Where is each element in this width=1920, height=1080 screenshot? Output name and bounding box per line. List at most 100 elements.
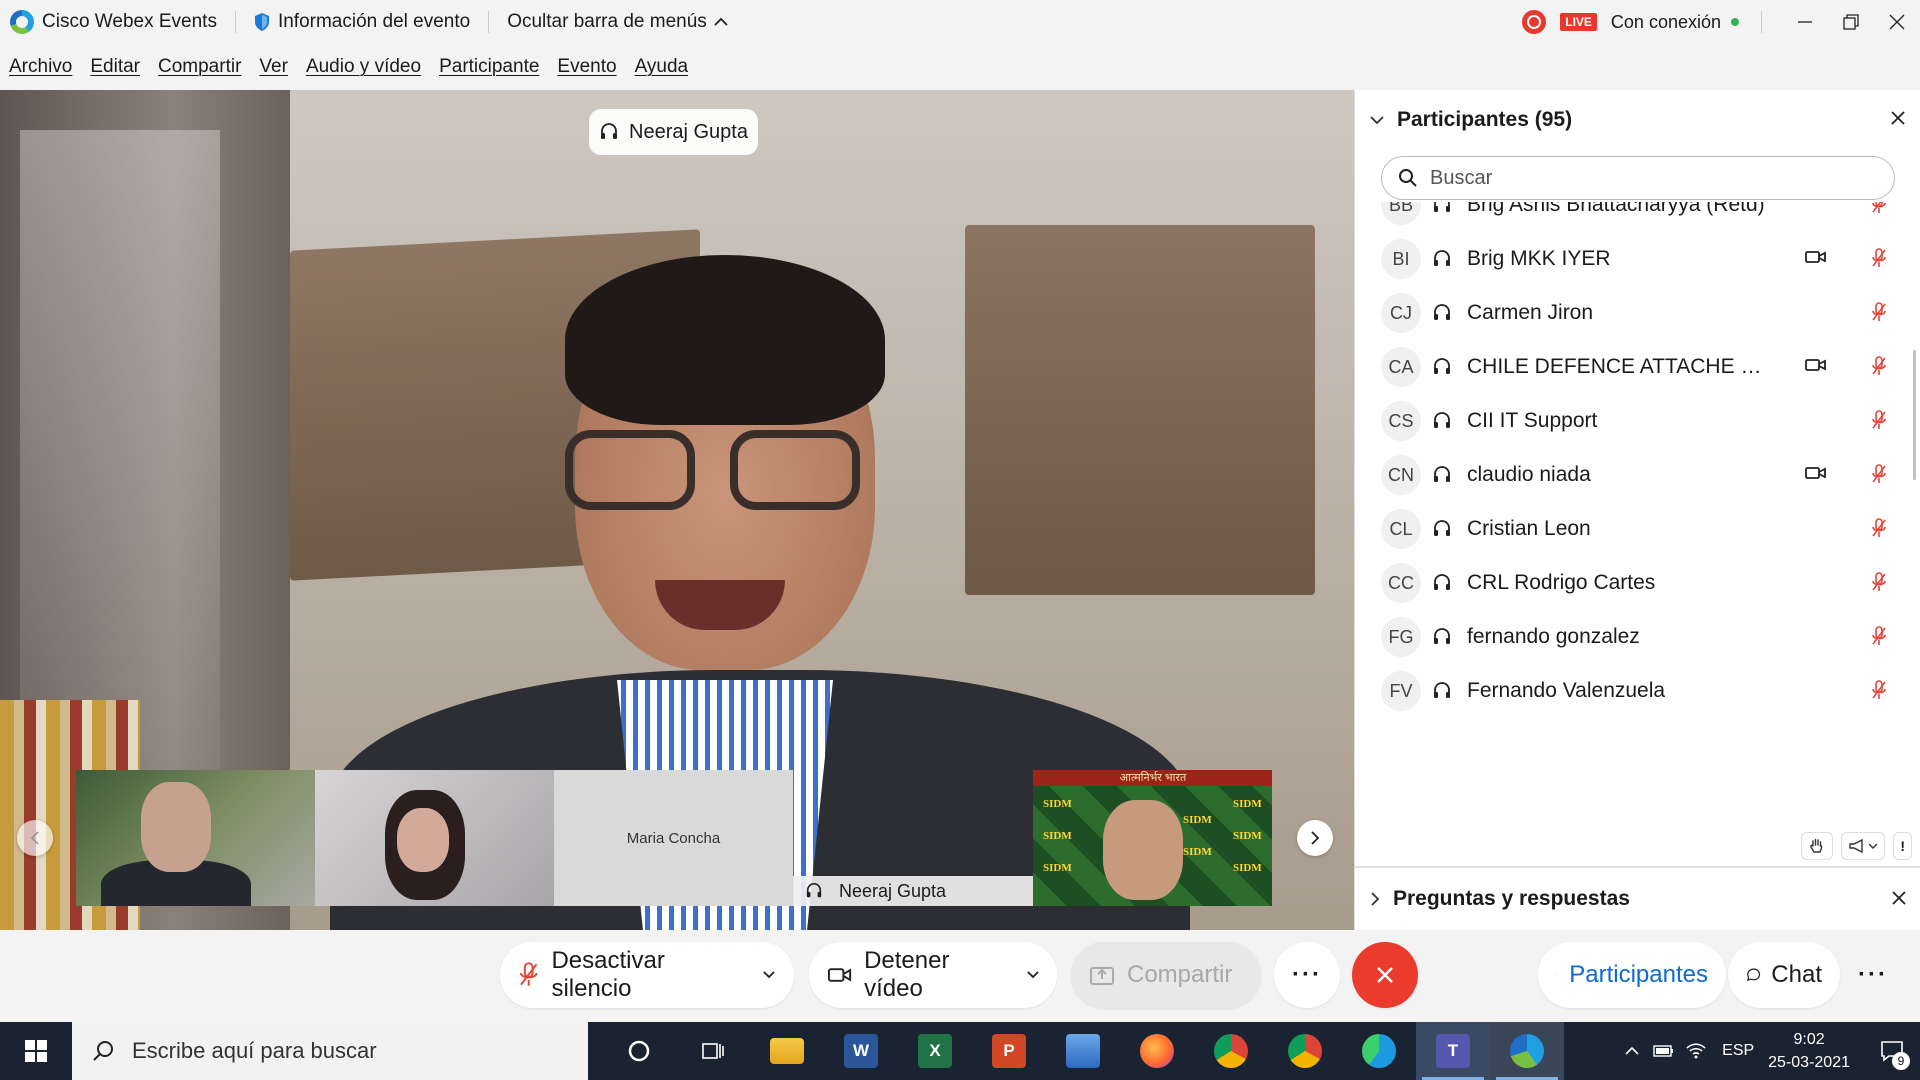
- participant-row[interactable]: CA CHILE DEFENCE ATTACHE DA...: [1381, 340, 1901, 394]
- menu-evento[interactable]: Evento: [557, 56, 616, 78]
- menu-compartir[interactable]: Compartir: [158, 56, 241, 78]
- sidm-logo: SIDM: [1043, 862, 1072, 874]
- menu-ver[interactable]: Ver: [259, 56, 288, 78]
- announce-button[interactable]: [1841, 832, 1886, 860]
- close-icon[interactable]: [1890, 110, 1906, 126]
- thumbnail-video[interactable]: Neeraj Gupta: [793, 770, 1033, 906]
- chrome-profile-button[interactable]: [1194, 1022, 1268, 1080]
- chat-button[interactable]: Chat: [1728, 942, 1840, 1008]
- mic-muted-icon[interactable]: [1871, 679, 1887, 701]
- stop-video-button[interactable]: Detener vídeo: [809, 942, 1057, 1008]
- webex-button[interactable]: [1490, 1022, 1564, 1080]
- menu-ayuda[interactable]: Ayuda: [635, 56, 689, 78]
- word-button[interactable]: W: [824, 1022, 898, 1080]
- excel-button[interactable]: X: [898, 1022, 972, 1080]
- firefox-button[interactable]: [1120, 1022, 1194, 1080]
- participant-row[interactable]: CN claudio niada: [1381, 448, 1901, 502]
- mic-muted-icon[interactable]: [1871, 409, 1887, 431]
- chevron-down-icon[interactable]: [762, 970, 776, 980]
- teams-button[interactable]: T: [1416, 1022, 1490, 1080]
- headset-icon: [1434, 412, 1450, 428]
- show-hidden-icons-button[interactable]: [1616, 1046, 1648, 1056]
- participant-row[interactable]: FG fernando gonzalez: [1381, 610, 1901, 664]
- leave-meeting-button[interactable]: [1352, 942, 1418, 1008]
- participant-row[interactable]: BI Brig MKK IYER: [1381, 232, 1901, 286]
- close-window-button[interactable]: [1874, 0, 1920, 44]
- participant-row[interactable]: BB Brig Ashis Bhattacharyya (Retd): [1381, 202, 1901, 232]
- participant-row[interactable]: CC CRL Rodrigo Cartes: [1381, 556, 1901, 610]
- megaphone-icon: [1849, 838, 1864, 854]
- minimize-button[interactable]: [1782, 0, 1828, 44]
- recording-icon[interactable]: [1522, 10, 1547, 34]
- thumbnail-video[interactable]: आत्मनिर्भर भारत SIDM SIDM SIDM SIDM SIDM…: [1033, 770, 1272, 906]
- hide-menu-bar-button[interactable]: Ocultar barra de menús: [507, 11, 729, 33]
- participant-row[interactable]: FV Fernando Valenzuela: [1381, 664, 1901, 718]
- more-options-button[interactable]: ···: [1274, 942, 1340, 1008]
- participant-face: [397, 808, 449, 872]
- participant-face: [141, 782, 211, 872]
- glasses-lens: [565, 430, 695, 510]
- raise-hand-button[interactable]: [1801, 832, 1834, 860]
- menu-editar[interactable]: Editar: [90, 56, 140, 78]
- sidm-logo: SIDM: [1233, 830, 1262, 842]
- network-app-button[interactable]: [1046, 1022, 1120, 1080]
- chevron-left-icon: [30, 831, 39, 845]
- headset-icon: [1434, 358, 1450, 374]
- edge-button[interactable]: [1342, 1022, 1416, 1080]
- qa-panel-header[interactable]: Preguntas y respuestas: [1355, 866, 1920, 930]
- participant-search[interactable]: [1381, 156, 1895, 200]
- thumbnail-video[interactable]: [315, 770, 554, 906]
- restore-button[interactable]: [1828, 0, 1874, 44]
- start-button[interactable]: [0, 1022, 72, 1080]
- participant-list-scrollbar[interactable]: [1913, 350, 1916, 480]
- participants-panel-header[interactable]: Participantes (95): [1355, 90, 1920, 150]
- menu-archivo[interactable]: Archivo: [9, 56, 72, 78]
- notification-count: 9: [1892, 1052, 1910, 1070]
- mic-muted-icon[interactable]: [1871, 571, 1887, 593]
- windows-icon: [25, 1040, 47, 1062]
- mic-muted-icon[interactable]: [1871, 355, 1887, 377]
- participants-button[interactable]: Participantes: [1538, 942, 1726, 1008]
- wifi-button[interactable]: [1680, 1042, 1712, 1060]
- alert-button[interactable]: !: [1893, 832, 1912, 860]
- event-info-button[interactable]: Información del evento: [254, 11, 470, 33]
- participant-row[interactable]: CS CII IT Support: [1381, 394, 1901, 448]
- more-panels-button[interactable]: ···: [1840, 942, 1906, 1008]
- participant-row[interactable]: CJ Carmen Jiron: [1381, 286, 1901, 340]
- mic-muted-icon[interactable]: [1871, 625, 1887, 647]
- clock[interactable]: 9:02 25-03-2021: [1768, 1028, 1850, 1074]
- input-language[interactable]: ESP: [1722, 1042, 1754, 1060]
- main-video-stage[interactable]: Neeraj Gupta Maria Concha Neeraj Gupta आ…: [0, 90, 1354, 930]
- mic-muted-icon[interactable]: [1871, 463, 1887, 485]
- participant-list-tools: !: [1801, 832, 1912, 860]
- search-input[interactable]: [1430, 166, 1850, 190]
- chevron-up-icon: [714, 17, 728, 26]
- menu-audio-video[interactable]: Audio y vídeo: [306, 56, 421, 78]
- close-icon[interactable]: [1891, 890, 1907, 906]
- file-explorer-button[interactable]: [750, 1022, 824, 1080]
- menu-participante[interactable]: Participante: [439, 56, 539, 78]
- mic-muted-icon[interactable]: [1871, 202, 1887, 215]
- chevron-down-icon[interactable]: [1026, 970, 1040, 980]
- chrome-button[interactable]: [1268, 1022, 1342, 1080]
- thumbnails-prev-button[interactable]: [17, 820, 53, 856]
- mic-muted-icon[interactable]: [1871, 517, 1887, 539]
- chat-label: Chat: [1771, 961, 1822, 988]
- taskbar-search-input[interactable]: [132, 1038, 572, 1064]
- share-button[interactable]: Compartir: [1071, 942, 1261, 1008]
- mic-muted-icon[interactable]: [1871, 301, 1887, 323]
- minimize-icon: [1798, 21, 1812, 23]
- thumbnail-video[interactable]: Maria Concha: [554, 770, 793, 906]
- battery-button[interactable]: [1648, 1044, 1680, 1058]
- taskbar-search[interactable]: [72, 1022, 588, 1080]
- thumbnail-video[interactable]: [76, 770, 315, 906]
- task-view-button[interactable]: [676, 1022, 750, 1080]
- mic-muted-icon[interactable]: [1871, 247, 1887, 269]
- notifications-button[interactable]: 9: [1872, 1040, 1912, 1070]
- chevron-down-icon[interactable]: [1369, 114, 1385, 126]
- cortana-button[interactable]: [602, 1022, 676, 1080]
- unmute-button[interactable]: Desactivar silencio: [500, 942, 794, 1008]
- thumbnails-next-button[interactable]: [1297, 820, 1333, 856]
- powerpoint-button[interactable]: P: [972, 1022, 1046, 1080]
- participant-row[interactable]: CL Cristian Leon: [1381, 502, 1901, 556]
